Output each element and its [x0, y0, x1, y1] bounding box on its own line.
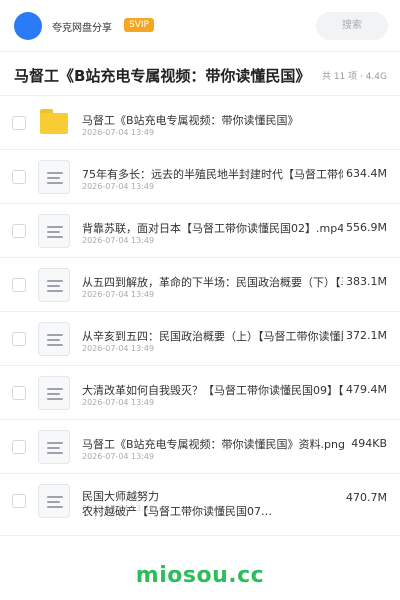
- page-title: 马督工《B站充电专属视频：带你读懂民国》: [14, 67, 311, 85]
- document-icon: [38, 268, 70, 302]
- item-name: 从辛亥到五四：民国政治概要（上）【马督工带你读懂民国】.mp4: [82, 330, 344, 343]
- folder-titlebar: 马督工《B站充电专属视频：带你读懂民国》 共 11 项 · 4.4G: [0, 52, 400, 96]
- row-checkbox[interactable]: [12, 332, 26, 346]
- list-item[interactable]: 大清改革如何自我毁灭？【马督工带你读懂民国09】【马督工】.mp4 2026-0…: [0, 366, 400, 420]
- folder-icon: [40, 109, 68, 134]
- list-item[interactable]: 背靠苏联，面对日本【马督工带你读懂民国02】.mp4 2026-07-04 13…: [0, 204, 400, 258]
- document-icon: [38, 376, 70, 410]
- item-date: 2026-07-04 13:49: [82, 398, 155, 407]
- document-icon: [38, 430, 70, 464]
- item-name-continued: 农村越破产【马督工带你读懂民国07…: [82, 505, 272, 518]
- item-date: 2026-07-04 13:49: [82, 290, 155, 299]
- list-item[interactable]: 从辛亥到五四：民国政治概要（上）【马督工带你读懂民国】.mp4 2026-07-…: [0, 312, 400, 366]
- row-checkbox[interactable]: [12, 440, 26, 454]
- item-name: 马督工《B站充电专属视频：带你读懂民国》: [82, 114, 299, 127]
- row-checkbox[interactable]: [12, 386, 26, 400]
- list-item[interactable]: 马督工《B站充电专属视频：带你读懂民国》资料.png 2026-07-04 13…: [0, 420, 400, 474]
- row-checkbox[interactable]: [12, 116, 26, 130]
- item-size: 479.4M: [343, 383, 387, 396]
- list-item[interactable]: 民国大师越努力 2026-07-04 13:49 农村越破产【马督工带你读懂民国…: [0, 474, 400, 536]
- item-size: 470.7M: [343, 491, 387, 504]
- item-name: 背靠苏联，面对日本【马督工带你读懂民国02】.mp4: [82, 222, 344, 235]
- row-checkbox[interactable]: [12, 170, 26, 184]
- item-size: 383.1M: [343, 275, 387, 288]
- item-name: 从五四到解放，革命的下半场：民国政治概要（下）【马督工带你读懂民国】.mp4: [82, 276, 344, 289]
- file-list: 马督工《B站充电专属视频：带你读懂民国》 2026-07-04 13:49 75…: [0, 96, 400, 536]
- item-size: 372.1M: [343, 329, 387, 342]
- list-item[interactable]: 从五四到解放，革命的下半场：民国政治概要（下）【马督工带你读懂民国】.mp4 2…: [0, 258, 400, 312]
- site-watermark: miosou.cc: [135, 563, 265, 588]
- document-icon: [38, 322, 70, 356]
- app-header: 夸克网盘分享 SVIP 搜索: [0, 0, 400, 52]
- item-name: 大清改革如何自我毁灭？【马督工带你读懂民国09】【马督工】.mp4: [82, 384, 344, 397]
- row-checkbox[interactable]: [12, 278, 26, 292]
- list-item[interactable]: 75年有多长：远去的半殖民地半封建时代【马督工带你读懂民国01】.mp4 202…: [0, 150, 400, 204]
- item-date: 2026-07-04 13:49: [82, 236, 155, 245]
- item-date: 2026-07-04 13:49: [82, 182, 155, 191]
- document-icon: [38, 160, 70, 194]
- user-avatar[interactable]: [14, 12, 42, 40]
- brand-name: 夸克网盘分享: [52, 23, 112, 34]
- item-size: 556.9M: [343, 221, 387, 234]
- item-name: 马督工《B站充电专属视频：带你读懂民国》资料.png: [82, 438, 344, 451]
- document-icon: [38, 214, 70, 248]
- item-size: 494KB: [348, 437, 387, 450]
- item-date: 2026-07-04 13:49: [82, 344, 155, 353]
- item-date: 2026-07-04 13:49: [82, 452, 155, 461]
- search-input[interactable]: 搜索: [316, 12, 388, 40]
- row-checkbox[interactable]: [12, 224, 26, 238]
- item-date: 2026-07-04 13:49: [82, 128, 155, 137]
- item-name: 民国大师越努力: [82, 490, 159, 503]
- item-count-summary: 共 11 项 · 4.4G: [321, 72, 387, 82]
- row-checkbox[interactable]: [12, 494, 26, 508]
- item-size: 634.4M: [343, 167, 387, 180]
- item-name: 75年有多长：远去的半殖民地半封建时代【马督工带你读懂民国01】.mp4: [82, 168, 344, 181]
- list-item[interactable]: 马督工《B站充电专属视频：带你读懂民国》 2026-07-04 13:49: [0, 96, 400, 150]
- svip-badge: SVIP: [124, 18, 154, 32]
- document-icon: [38, 484, 70, 518]
